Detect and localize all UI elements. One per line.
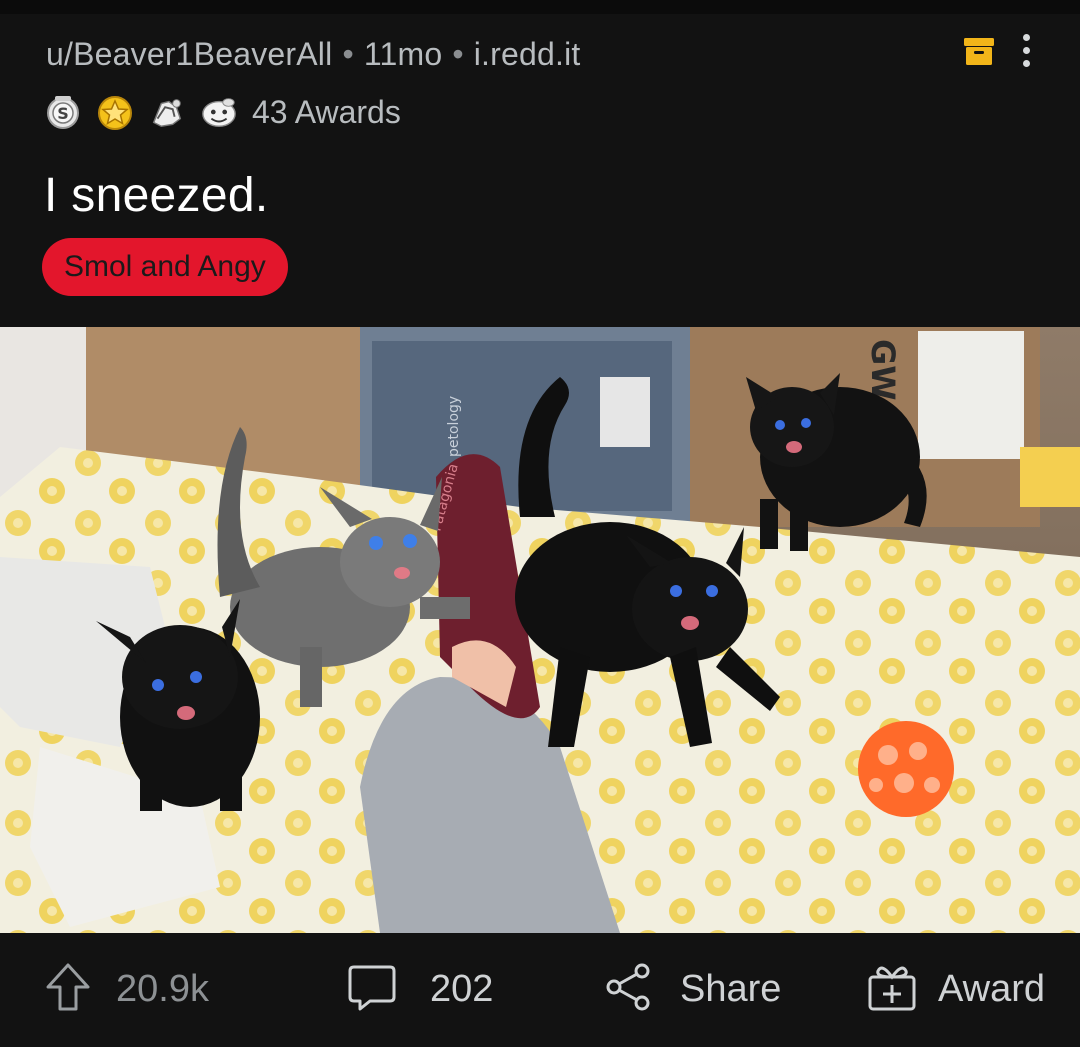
award-label: Award xyxy=(938,967,1046,1010)
box-label: GW xyxy=(864,339,902,401)
wholesome-seal-award-icon xyxy=(148,93,186,131)
svg-text:S: S xyxy=(57,104,69,123)
award-button[interactable]: Award xyxy=(866,961,1045,1017)
upvote-button[interactable]: 20.9k xyxy=(44,961,209,1017)
post-meta: u/Beaver1BeaverAll • 11mo • i.redd.it xyxy=(46,36,580,73)
upvote-arrow-icon[interactable] xyxy=(44,961,92,1018)
awards-row[interactable]: S 43 Awards xyxy=(44,92,401,132)
kittens-photo: petology GW Patagonia xyxy=(0,327,1080,933)
post-age: 11mo xyxy=(363,36,443,72)
share-icon xyxy=(604,961,652,1018)
more-options-icon[interactable] xyxy=(1016,34,1036,70)
share-button[interactable]: Share xyxy=(604,961,781,1017)
post-action-bar: 20.9k 202 Share Award xyxy=(0,933,1080,1047)
meta-separator: • xyxy=(342,36,354,72)
gift-award-icon xyxy=(866,961,918,1018)
silver-award-icon: S xyxy=(44,93,82,131)
status-strip xyxy=(0,0,1080,14)
meta-separator: • xyxy=(452,36,464,72)
post-header: u/Beaver1BeaverAll •11mo• i.redd.it S xyxy=(0,14,1080,327)
comment-bubble-icon xyxy=(346,961,398,1018)
comment-count: 202 xyxy=(430,967,494,1010)
post-author[interactable]: u/Beaver1BeaverAll xyxy=(46,36,332,72)
comments-button[interactable]: 202 xyxy=(346,961,493,1017)
helpful-award-icon xyxy=(200,93,238,131)
awards-count: 43 Awards xyxy=(252,93,401,130)
post-domain[interactable]: i.redd.it xyxy=(474,36,581,72)
post-flair[interactable]: Smol and Angy xyxy=(42,238,288,296)
gold-star-award-icon xyxy=(96,93,134,131)
bin-label: petology xyxy=(446,396,462,457)
post-image[interactable]: petology GW Patagonia xyxy=(0,327,1080,933)
post-title[interactable]: I sneezed. xyxy=(44,168,268,223)
save-icon[interactable] xyxy=(962,34,996,68)
share-label: Share xyxy=(680,967,782,1010)
upvote-count: 20.9k xyxy=(116,967,209,1010)
